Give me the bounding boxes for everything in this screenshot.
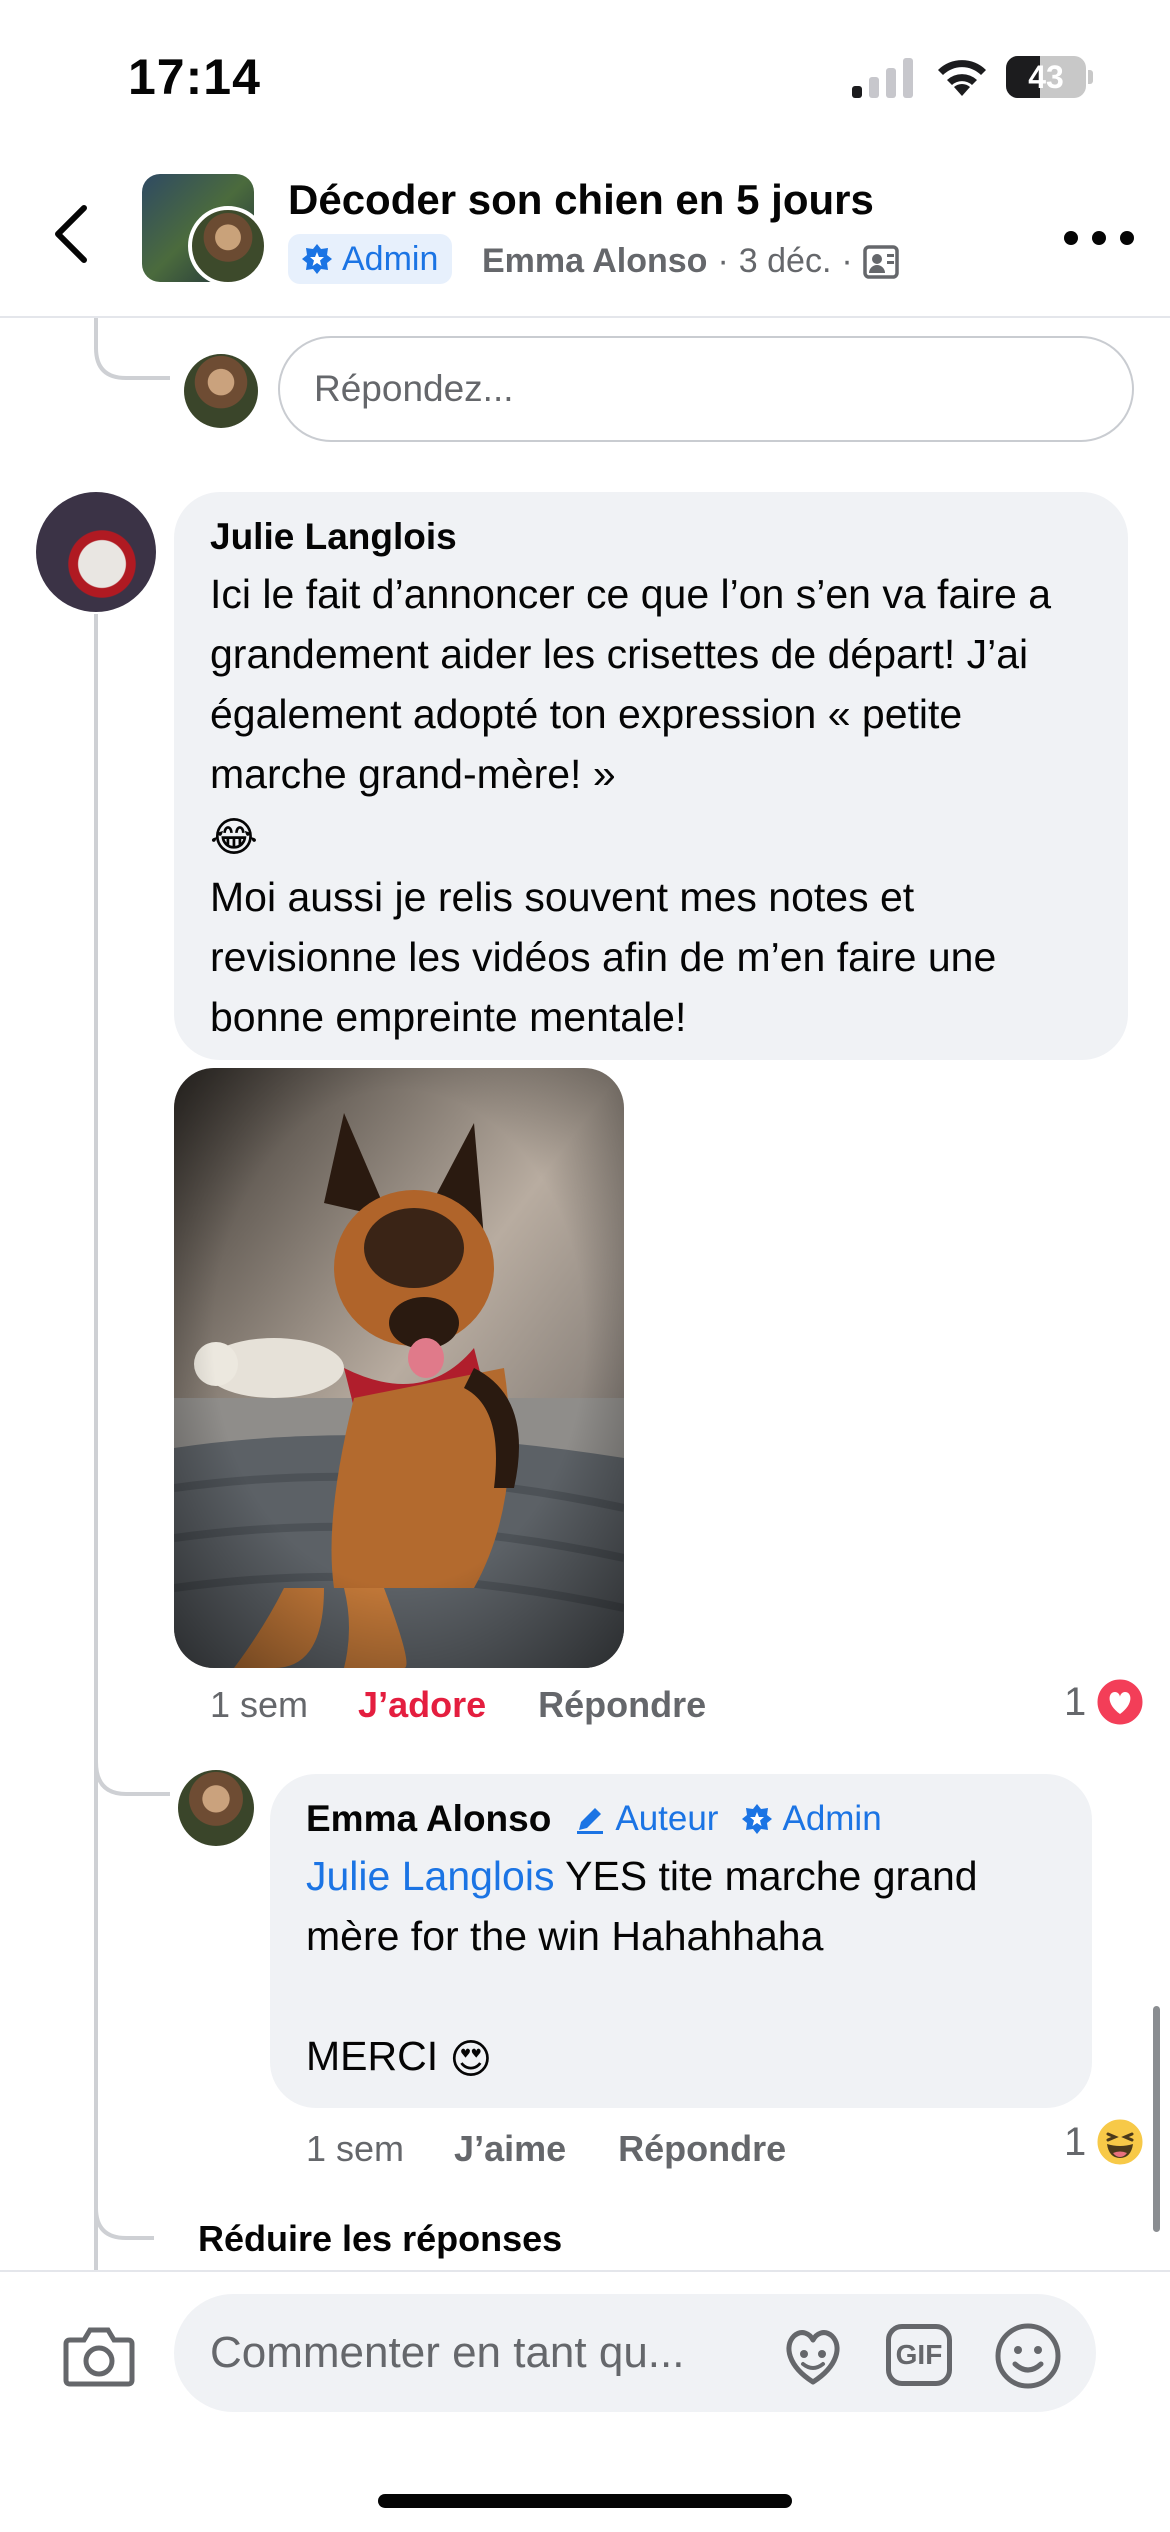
reply-reaction-summary[interactable]: 1 bbox=[1064, 2116, 1146, 2168]
love-reaction-icon bbox=[1094, 1676, 1146, 1728]
avatar-sticker-icon[interactable] bbox=[778, 2326, 848, 2386]
comment-composer: Commenter en tant qu... GIF bbox=[0, 2270, 1170, 2532]
home-indicator[interactable] bbox=[378, 2494, 792, 2508]
thread-connector bbox=[94, 2180, 154, 2240]
battery-percent: 43 bbox=[1028, 59, 1064, 95]
post-meta: Emma Alonso · 3 déc. · bbox=[482, 242, 899, 281]
comment-bubble: Julie Langlois Ici le fait d’annoncer ce… bbox=[174, 492, 1128, 1060]
mention-link[interactable]: Julie Langlois bbox=[306, 1853, 554, 1899]
collapse-replies-button[interactable]: Réduire les réponses bbox=[198, 2218, 562, 2260]
reply-button[interactable]: Répondre bbox=[618, 2128, 786, 2170]
admin-shield-icon bbox=[302, 244, 332, 274]
comment-text-part-1: Ici le fait d’annoncer ce que l’on s’en … bbox=[210, 571, 1052, 797]
comment-input-placeholder: Commenter en tant qu... bbox=[210, 2328, 685, 2377]
reply-input[interactable]: Répondez... bbox=[278, 336, 1134, 442]
reply-time: 1 sem bbox=[306, 2128, 405, 2169]
commenter-avatar[interactable] bbox=[36, 492, 156, 612]
like-button[interactable]: J’aime bbox=[454, 2128, 566, 2170]
admin-tag: Admin bbox=[740, 1799, 882, 1839]
more-dots-icon[interactable] bbox=[1064, 226, 1134, 250]
reply-author-row: Emma Alonso Auteur Admin bbox=[306, 1798, 1056, 1840]
pencil-icon bbox=[577, 1808, 604, 1834]
admin-shield-icon bbox=[742, 1804, 773, 1834]
gif-button[interactable]: GIF bbox=[886, 2324, 952, 2386]
comment-text-part-2: Moi aussi je relis souvent mes notes et … bbox=[210, 874, 997, 1041]
status-time: 17:14 bbox=[128, 49, 261, 105]
meta-separator: · bbox=[841, 242, 853, 280]
german-shepherd-photo[interactable] bbox=[174, 1068, 624, 1668]
thread-connector bbox=[94, 1740, 170, 1796]
status-bar: 17:14 43 bbox=[0, 0, 1170, 150]
reply-text: Julie Langlois YES tite marche grand mèr… bbox=[306, 1846, 1056, 2089]
comment-time: 1 sem bbox=[210, 1684, 309, 1725]
post-header: Décoder son chien en 5 jours Admin Emma … bbox=[0, 150, 1170, 318]
thread-connector bbox=[94, 318, 170, 380]
admin-badge-label: Admin bbox=[342, 239, 439, 278]
reaction-count: 1 bbox=[1064, 2119, 1087, 2164]
scrollbar[interactable] bbox=[1153, 2006, 1160, 2232]
reply-author[interactable]: Emma Alonso bbox=[306, 1798, 551, 1840]
admin-tag-label: Admin bbox=[782, 1799, 882, 1838]
chevron-left-icon[interactable] bbox=[44, 202, 104, 266]
tears-of-joy-emoji: 😂 bbox=[210, 814, 258, 861]
comment-actions: 1 sem J’adore Répondre bbox=[210, 1684, 706, 1726]
love-reaction-button[interactable]: J’adore bbox=[358, 1684, 486, 1726]
group-title[interactable]: Décoder son chien en 5 jours bbox=[288, 176, 874, 224]
comment-input[interactable]: Commenter en tant qu... GIF bbox=[174, 2294, 1096, 2412]
post-date[interactable]: 3 déc. bbox=[739, 242, 832, 281]
haha-reaction-icon bbox=[1094, 2116, 1146, 2168]
author-tag-label: Auteur bbox=[615, 1799, 719, 1838]
author-avatar[interactable] bbox=[188, 206, 268, 286]
reply-bubble: Emma Alonso Auteur Admin Julie Langlois … bbox=[270, 1774, 1092, 2108]
comment-text: Ici le fait d’annoncer ce que l’on s’en … bbox=[210, 564, 1092, 1047]
reply-button[interactable]: Répondre bbox=[538, 1684, 706, 1726]
post-author[interactable]: Emma Alonso bbox=[482, 242, 707, 281]
reply-actions: 1 sem J’aime Répondre bbox=[306, 2128, 786, 2170]
current-user-avatar bbox=[184, 354, 258, 428]
cellular-signal-icon bbox=[852, 58, 913, 98]
battery-icon: 43 bbox=[1006, 56, 1093, 98]
group-privacy-icon bbox=[862, 244, 899, 279]
camera-icon[interactable] bbox=[62, 2324, 136, 2388]
wifi-icon bbox=[938, 60, 986, 96]
thread-line bbox=[94, 614, 98, 2270]
admin-badge: Admin bbox=[288, 234, 453, 284]
meta-separator: · bbox=[717, 242, 729, 280]
reply-text-part-2: MERCI bbox=[306, 2033, 439, 2079]
comment-reaction-summary[interactable]: 1 bbox=[1064, 1676, 1146, 1728]
reply-author-avatar[interactable] bbox=[178, 1770, 254, 1846]
heart-eyes-emoji: 😍 bbox=[449, 2036, 493, 2083]
emoji-icon[interactable] bbox=[994, 2322, 1062, 2390]
author-tag: Auteur bbox=[573, 1799, 718, 1839]
reaction-count: 1 bbox=[1064, 1679, 1087, 1724]
comment-author[interactable]: Julie Langlois bbox=[210, 516, 1092, 558]
